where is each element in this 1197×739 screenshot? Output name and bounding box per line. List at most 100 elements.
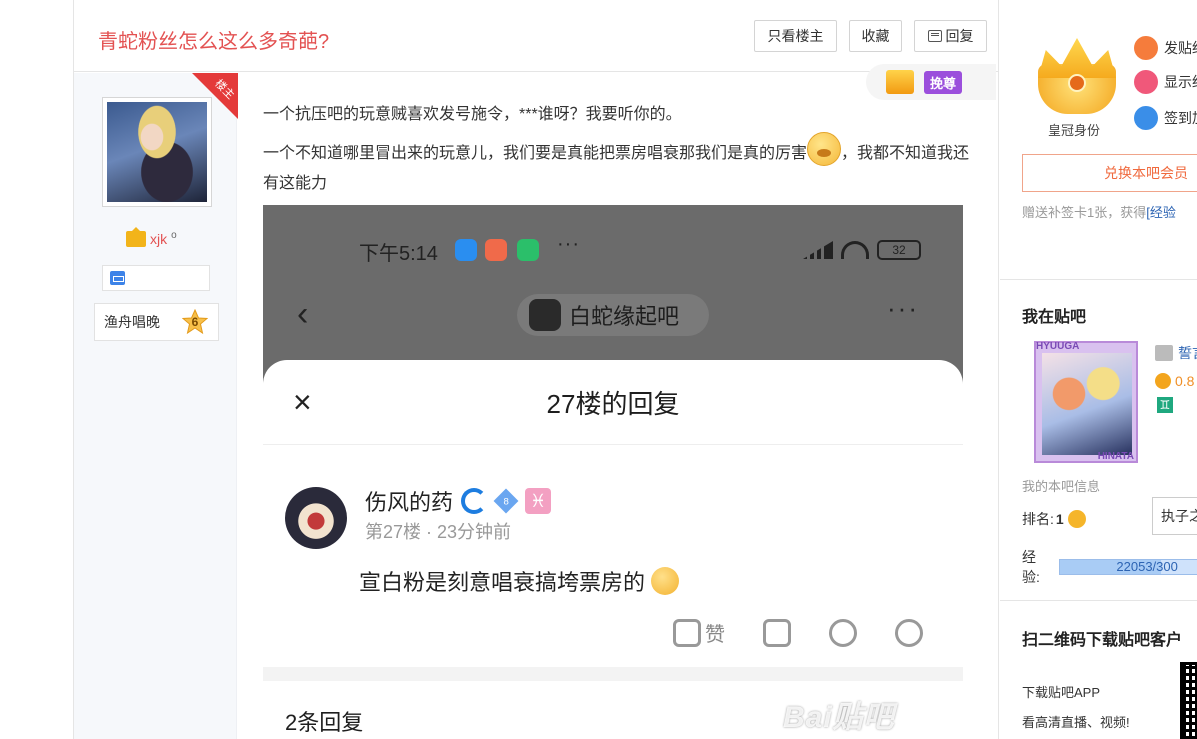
gift-text-main: 赠送补签卡1张，获得: [1022, 205, 1147, 220]
user-card-avatar[interactable]: HYUUGA HINATA: [1034, 341, 1138, 463]
coin-icon: [1155, 373, 1171, 389]
avatar-image: [107, 102, 207, 202]
share-icon: [895, 618, 923, 647]
like-action: 赞: [673, 618, 725, 647]
commenter-row: 伤风的药 8 ♓: [365, 485, 552, 517]
op-tag-label: 楼主: [212, 77, 237, 102]
post-line-1: 一个抗压吧的玩意贼喜欢发号施令，***谁呀？我要听你的。: [263, 106, 682, 123]
sheet-title: 27楼的回复: [546, 389, 680, 419]
forum-pill: 白蛇缘起吧: [517, 294, 709, 336]
divider: [263, 444, 963, 445]
battery-icon: 32: [877, 240, 921, 260]
sidebar-user-exp: 0.8: [1155, 373, 1194, 389]
favorite-button[interactable]: 收藏: [849, 20, 902, 52]
author-avatar[interactable]: [102, 97, 212, 207]
thread-header: 青蛇粉丝怎么这么多奇葩? 只看楼主 收藏 回复: [74, 0, 998, 72]
section-divider: [263, 667, 963, 681]
sidebar-user[interactable]: 誓言: [1155, 343, 1197, 363]
perk-display-label: 显示红: [1164, 74, 1197, 90]
post-line-2: 一个不知道哪里冒出来的玩意儿，我们要是真能把票房唱衰那我们是真的厉害 ，我都不知道…: [263, 132, 983, 199]
comment-text-row: 宣白粉是刻意唱衰搞垮票房的: [359, 565, 680, 597]
signal-icon: [803, 241, 833, 259]
yawn-emoji-icon: [807, 132, 842, 166]
commenter-name: 伤风的药: [365, 490, 454, 515]
bookmark-icon: [1134, 36, 1158, 60]
crown-icon: [126, 227, 146, 247]
phone-nav-bar: ‹ 白蛇缘起吧 ···: [263, 293, 963, 337]
perk-post[interactable]: 发贴红: [1134, 36, 1197, 60]
my-forum-block: 我在贴吧 HYUUGA HINATA 誓言 0.8 ♊ 我的本吧信息 排名: 1…: [1000, 281, 1197, 601]
exp-label: 经验:: [1022, 549, 1040, 585]
sidebar-user-exp-value: 0.8: [1175, 373, 1195, 389]
pisces-icon: ♓: [525, 488, 552, 514]
level-star-icon: 6: [182, 309, 208, 335]
qr-code-icon[interactable]: [1180, 662, 1197, 739]
status-right: 32: [803, 239, 927, 261]
thumb-down-icon: [763, 618, 791, 647]
reply-count: 2条回复: [285, 710, 364, 735]
my-forum-title: 我在贴吧: [1022, 309, 1087, 326]
only-op-button[interactable]: 只看楼主: [754, 20, 837, 52]
author-badge[interactable]: [102, 265, 210, 291]
perk-post-label: 发贴红: [1164, 40, 1197, 56]
level-diamond-icon: 8: [493, 488, 519, 514]
post-content: 一个抗压吧的玩意贼喜欢发号施令，***谁呀？我要听你的。 一个不知道哪里冒出来的…: [263, 100, 983, 199]
comment-text: 宣白粉是刻意唱衰搞垮票房的: [359, 570, 646, 595]
swirl-icon: [461, 488, 488, 514]
author-name-sup: o: [171, 229, 177, 241]
exchange-member-button[interactable]: 兑换本吧会员: [1022, 154, 1197, 192]
comment-icon: [927, 30, 942, 42]
embedded-screenshot[interactable]: 下午5:14 ··· 32 ‹ 白蛇缘起吧 ··· × 27楼的回复 伤风的药 …: [263, 205, 963, 739]
card-top-label: HYUUGA: [1036, 341, 1080, 352]
commenter-level: 8: [503, 495, 509, 507]
qr-title: 扫二维码下载贴吧客户: [1022, 632, 1183, 649]
gift-text: 赠送补签卡1张，获得[经验: [1022, 202, 1176, 221]
gift-link[interactable]: [经验: [1146, 205, 1176, 220]
baidu-watermark: Bai贴吧: [783, 701, 895, 734]
qr-line-1: 下载贴吧APP: [1022, 685, 1101, 700]
qr-line-2: 看高清直播、视频!: [1022, 715, 1130, 730]
app-icon-1: [455, 239, 477, 261]
rank-value: 1: [1055, 511, 1064, 527]
reply-button[interactable]: 回复: [914, 20, 987, 52]
perk-signin[interactable]: 签到加: [1134, 106, 1197, 130]
my-info-label: 我的本吧信息: [1022, 479, 1101, 494]
author-name[interactable]: xjk: [150, 231, 167, 247]
title-select[interactable]: 执子之: [1152, 497, 1197, 535]
balance-icon: [110, 271, 125, 285]
more-icon: ···: [887, 293, 919, 323]
exp-progress-bar: 22053/300: [1059, 559, 1197, 575]
phone-status-bar: 下午5:14 ··· 32: [263, 233, 963, 265]
exp-progress-text: 22053/300: [1116, 559, 1178, 574]
crown-icon: [886, 70, 914, 94]
post-line-2a: 一个不知道哪里冒出来的玩意儿，我们要是真能把票房唱衰那我们是真的厉害: [263, 145, 808, 162]
status-dots: ···: [557, 233, 580, 255]
angry-emoji-icon: [651, 567, 680, 595]
level-number: 6: [191, 315, 199, 329]
forum-avatar-icon: [529, 299, 561, 331]
medal-icon: [1067, 510, 1086, 528]
app-icon-2: [485, 239, 507, 261]
reply-button-label: 回复: [945, 28, 974, 44]
user-badge-icon: [1155, 345, 1173, 361]
signin-icon: [1134, 106, 1158, 130]
reply-sheet: × 27楼的回复 伤风的药 8 ♓ 第27楼 · 23分钟前 宣白粉是刻意唱衰搞…: [263, 360, 963, 739]
author-level[interactable]: 渔舟唱晚 6: [94, 303, 219, 341]
perk-display[interactable]: 显示红: [1134, 70, 1197, 94]
level-name: 渔舟唱晚: [104, 314, 160, 330]
forum-name: 白蛇缘起吧: [569, 304, 680, 329]
comment-meta: 第27楼 · 23分钟前: [365, 522, 512, 542]
gemini-icon: ♊: [1157, 397, 1173, 413]
vip-label: 挽尊: [924, 70, 963, 94]
crown-gem: [1068, 74, 1086, 92]
commenter-avatar: [285, 487, 347, 549]
like-label: 赞: [705, 624, 725, 646]
vip-badge[interactable]: 挽尊: [866, 64, 996, 100]
chat-icon: [1134, 70, 1158, 94]
perk-signin-label: 签到加: [1164, 110, 1197, 126]
app-icon-3: [517, 239, 539, 261]
crown-label: 皇冠身份: [1048, 123, 1101, 138]
card-image: [1042, 353, 1132, 455]
vip-block: 皇冠身份 发贴红 显示红 签到加 兑换本吧会员 赠送补签卡1张，获得[经验: [1000, 0, 1197, 280]
thread-title[interactable]: 青蛇粉丝怎么这么多奇葩?: [98, 25, 329, 54]
